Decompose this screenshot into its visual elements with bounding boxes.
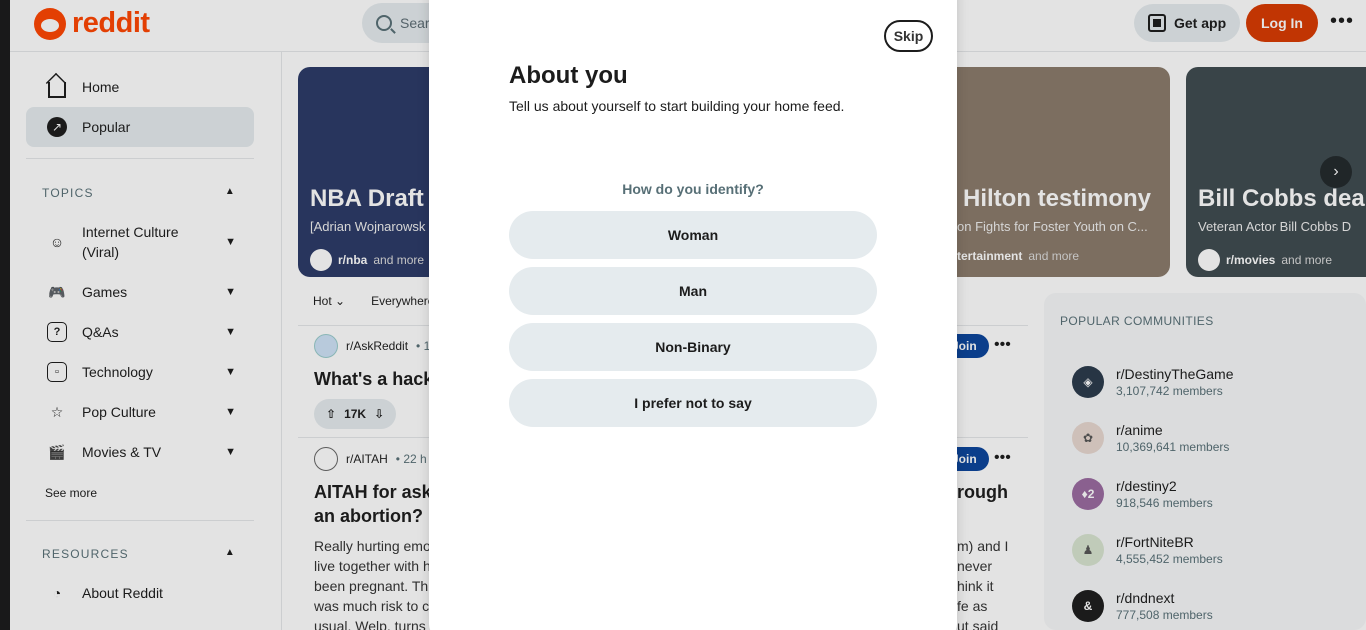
option-man-button[interactable]: Man [509, 267, 877, 315]
skip-button[interactable]: Skip [884, 20, 933, 52]
option-non-binary-button[interactable]: Non-Binary [509, 323, 877, 371]
about-you-modal: Skip About you Tell us about yourself to… [429, 0, 957, 630]
option-woman-button[interactable]: Woman [509, 211, 877, 259]
option-prefer-not-to-say-button[interactable]: I prefer not to say [509, 379, 877, 427]
modal-subtitle: Tell us about yourself to start building… [509, 98, 845, 114]
identity-question: How do you identify? [622, 181, 764, 197]
modal-title: About you [509, 62, 628, 89]
